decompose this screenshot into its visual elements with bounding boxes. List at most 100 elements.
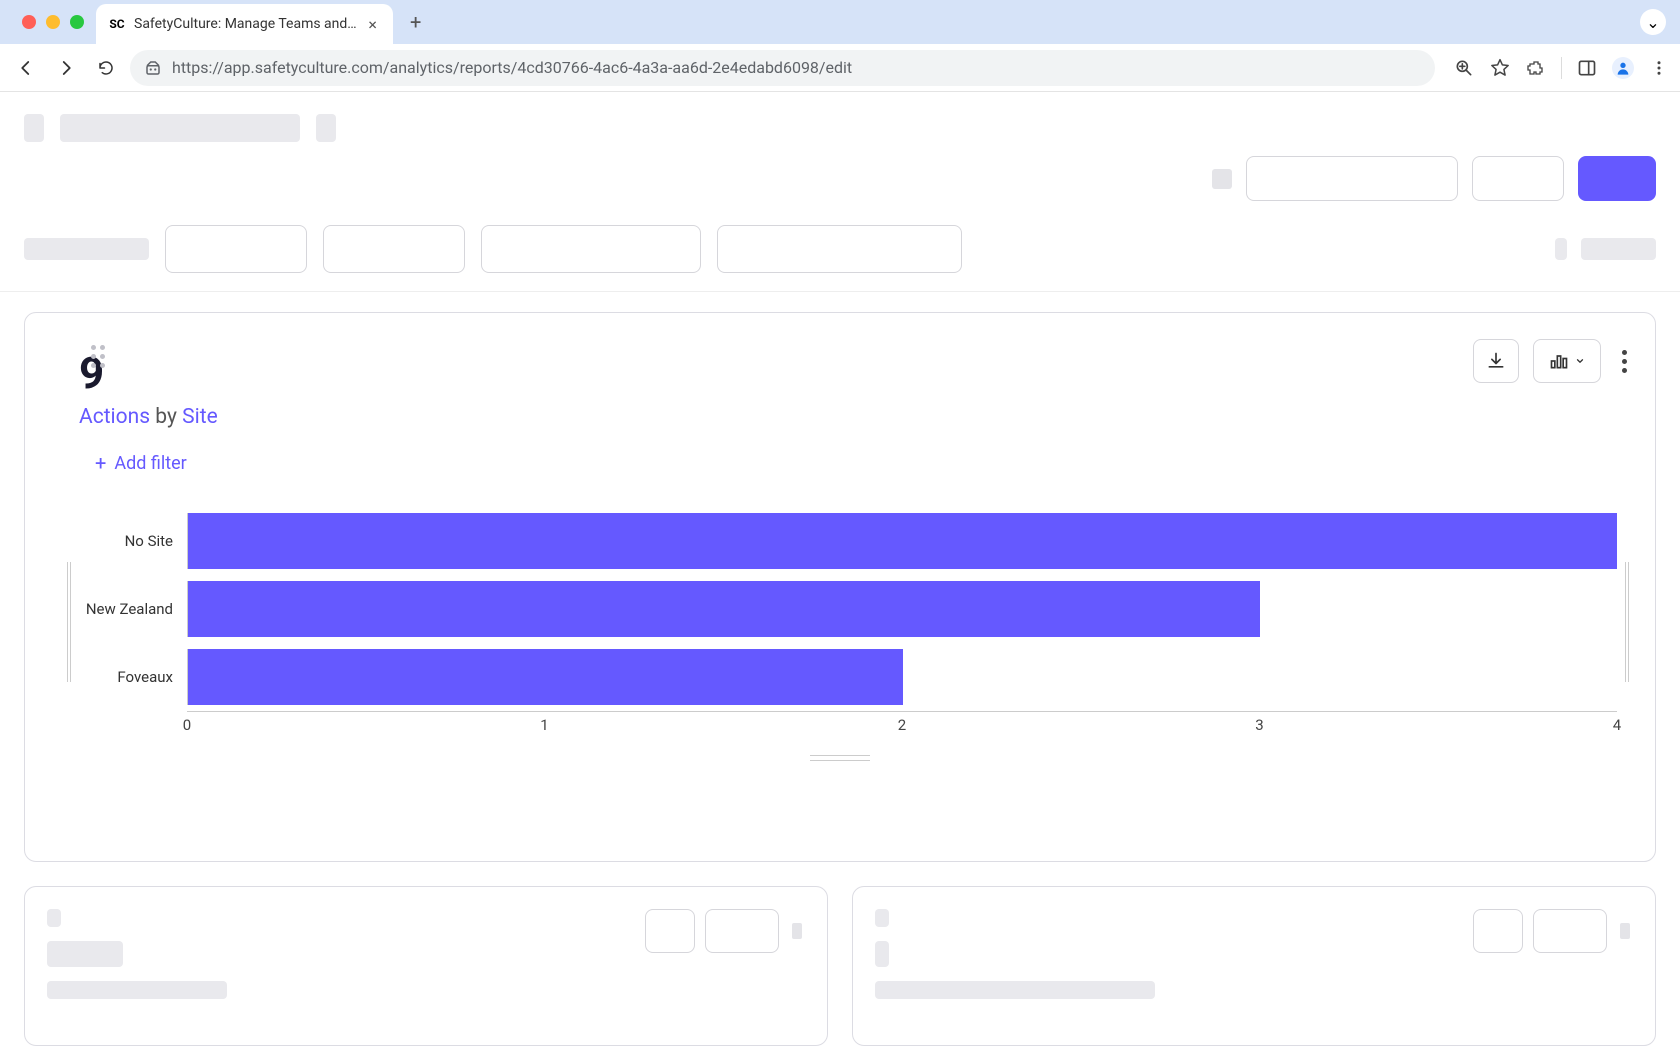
more-menu-button[interactable] <box>1617 923 1633 939</box>
skeleton-block <box>47 909 61 927</box>
chart-bar-track <box>187 649 1617 705</box>
skeleton-card <box>24 886 828 1046</box>
chart-bar-track <box>187 581 1617 637</box>
metric-by-text: by <box>150 405 182 429</box>
new-tab-button[interactable]: + <box>401 7 431 37</box>
back-button[interactable] <box>10 52 42 84</box>
plus-icon: + <box>95 451 106 475</box>
metric-groupby-link[interactable]: Site <box>182 405 218 429</box>
chart-bar-label: No Site <box>71 532 187 550</box>
outline-button[interactable] <box>1533 909 1607 953</box>
bar-chart-icon <box>1549 351 1569 371</box>
resize-rail-right[interactable] <box>1625 562 1629 682</box>
add-filter-button[interactable]: + Add filter <box>95 451 187 475</box>
chart-x-tick: 4 <box>1613 716 1621 734</box>
site-settings-icon <box>144 59 162 77</box>
skeleton-block <box>875 909 889 927</box>
drag-handle-icon[interactable] <box>91 345 105 368</box>
filter-dropdown[interactable] <box>165 225 307 273</box>
card-toolbar <box>1473 339 1633 383</box>
tab-close-button[interactable]: × <box>365 16 381 32</box>
page-header-controls <box>0 142 1680 215</box>
tabs-dropdown-button[interactable]: ⌄ <box>1640 9 1666 35</box>
chart-x-tick: 0 <box>183 716 191 734</box>
chart-type-dropdown[interactable] <box>1533 339 1601 383</box>
outline-button[interactable] <box>1473 909 1523 953</box>
chart-bar[interactable] <box>188 513 1617 569</box>
minimize-window-button[interactable] <box>46 15 60 29</box>
metric-total: 9 <box>79 347 1629 399</box>
filter-dropdown[interactable] <box>717 225 962 273</box>
skeleton-block <box>47 941 123 967</box>
lower-cards-row <box>24 886 1656 1046</box>
skeleton-block <box>875 981 1155 999</box>
more-menu-button[interactable] <box>1615 350 1633 373</box>
resize-handle-bottom[interactable] <box>810 755 870 761</box>
address-bar[interactable]: https://app.safetyculture.com/analytics/… <box>130 50 1435 86</box>
filter-row <box>0 215 1680 292</box>
outline-button[interactable] <box>1246 156 1458 201</box>
download-button[interactable] <box>1473 339 1519 383</box>
maximize-window-button[interactable] <box>70 15 84 29</box>
chart-x-tick: 2 <box>898 716 906 734</box>
chart-bar-row: New Zealand <box>71 575 1617 643</box>
outline-button[interactable] <box>1472 156 1564 201</box>
chart-x-tick: 3 <box>1255 716 1263 734</box>
skeleton-block <box>1212 169 1232 189</box>
page-content: 9 Actions by Site + Add filter No Site Ne… <box>0 92 1680 1051</box>
more-menu-button[interactable] <box>789 923 805 939</box>
skeleton-block <box>1581 238 1656 260</box>
skeleton-block <box>24 238 149 260</box>
primary-button[interactable] <box>1578 156 1656 201</box>
extensions-icon[interactable] <box>1525 57 1547 79</box>
chart-bar[interactable] <box>188 581 1260 637</box>
filter-dropdown[interactable] <box>323 225 465 273</box>
forward-button[interactable] <box>50 52 82 84</box>
skeleton-block <box>875 941 889 967</box>
tab-favicon: SC <box>108 15 126 33</box>
skeleton-card <box>852 886 1656 1046</box>
outline-button[interactable] <box>705 909 779 953</box>
sidepanel-icon[interactable] <box>1576 57 1598 79</box>
menu-icon[interactable] <box>1648 57 1670 79</box>
chevron-down-icon: ⌄ <box>1646 13 1659 32</box>
metric-dimension-link[interactable]: Actions <box>79 405 150 429</box>
bookmark-icon[interactable] <box>1489 57 1511 79</box>
chart-x-tick: 1 <box>540 716 548 734</box>
outline-button[interactable] <box>645 909 695 953</box>
filter-dropdown[interactable] <box>481 225 701 273</box>
chart-bar-label: New Zealand <box>71 600 187 618</box>
browser-tab[interactable]: SC SafetyCulture: Manage Teams and… × <box>96 4 393 44</box>
browser-toolbar: https://app.safetyculture.com/analytics/… <box>0 44 1680 92</box>
chevron-down-icon <box>1575 356 1585 366</box>
add-filter-label: Add filter <box>114 453 186 474</box>
chart-body: No SiteNew ZealandFoveaux01234 <box>71 507 1617 737</box>
skeleton-block <box>1555 238 1567 260</box>
chart-bar[interactable] <box>188 649 903 705</box>
skeleton-block <box>316 114 336 142</box>
download-icon <box>1486 351 1506 371</box>
browser-chrome: SC SafetyCulture: Manage Teams and… × + … <box>0 0 1680 92</box>
tab-title: SafetyCulture: Manage Teams and… <box>134 16 357 32</box>
reload-button[interactable] <box>90 52 122 84</box>
toolbar-right <box>1453 57 1670 79</box>
chart-x-axis: 01234 <box>187 711 1617 737</box>
chart-bar-track <box>187 513 1617 569</box>
tab-bar: SC SafetyCulture: Manage Teams and… × + … <box>0 0 1680 44</box>
toolbar-separator <box>1561 57 1562 79</box>
content-area: 9 Actions by Site + Add filter No Site Ne… <box>0 292 1680 1051</box>
chart-bar-label: Foveaux <box>71 668 187 686</box>
skeleton-block <box>60 114 300 142</box>
skeleton-block <box>24 114 44 142</box>
page-header-skeleton <box>0 92 1680 142</box>
chart-bar-row: Foveaux <box>71 643 1617 711</box>
chart-bar-row: No Site <box>71 507 1617 575</box>
window-controls <box>10 15 96 29</box>
chart-card: 9 Actions by Site + Add filter No Site Ne… <box>24 312 1656 862</box>
zoom-icon[interactable] <box>1453 57 1475 79</box>
chart-container: No Site New Zealand Foveaux 0 1 2 3 4 <box>61 507 1629 737</box>
skeleton-block <box>47 981 227 999</box>
profile-avatar[interactable] <box>1612 57 1634 79</box>
close-window-button[interactable] <box>22 15 36 29</box>
url-text: https://app.safetyculture.com/analytics/… <box>172 58 852 77</box>
